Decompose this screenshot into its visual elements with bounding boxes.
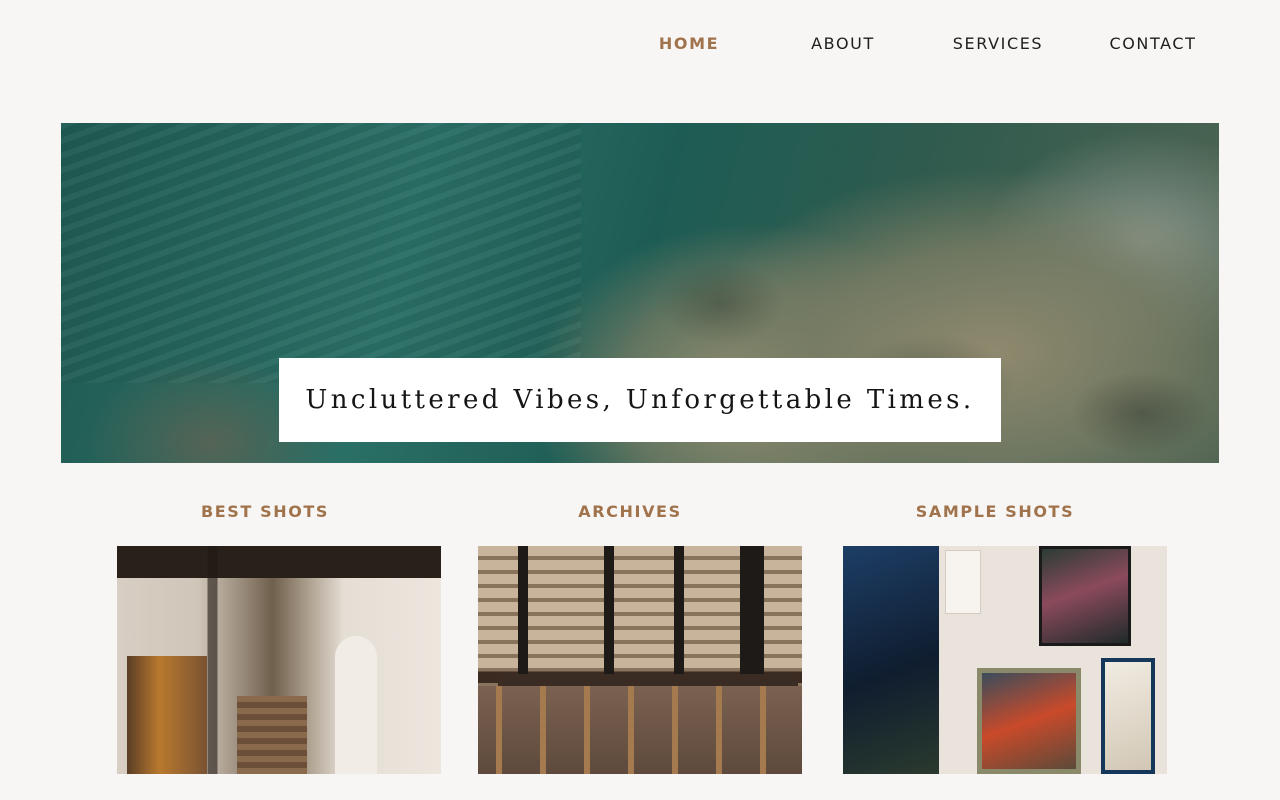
painting-right	[1101, 658, 1155, 774]
painting-top	[1039, 546, 1131, 646]
corridor-door	[127, 656, 207, 774]
corridor-stairs	[237, 696, 307, 774]
hero-banner: Uncluttered Vibes, Unforgettable Times.	[61, 123, 1219, 463]
nav-contact-link[interactable]: CONTACT	[1078, 34, 1228, 53]
gallery-label-card	[945, 550, 981, 614]
hero-tagline: Uncluttered Vibes, Unforgettable Times.	[305, 385, 975, 415]
painting-middle	[977, 668, 1081, 774]
nav-services-link[interactable]: SERVICES	[923, 34, 1073, 53]
archives-image[interactable]	[478, 546, 802, 774]
section-title-best-shots[interactable]: BEST SHOTS	[103, 502, 427, 521]
painting-left	[843, 546, 939, 774]
corridor-arch	[335, 636, 377, 774]
cafe-chairs	[478, 686, 802, 774]
section-title-archives[interactable]: ARCHIVES	[468, 502, 792, 521]
best-shots-image[interactable]	[117, 546, 441, 774]
nav-about-link[interactable]: ABOUT	[768, 34, 918, 53]
section-title-sample-shots[interactable]: SAMPLE SHOTS	[833, 502, 1157, 521]
hero-tagline-box: Uncluttered Vibes, Unforgettable Times.	[279, 358, 1001, 442]
nav-home-link[interactable]: HOME	[614, 34, 764, 53]
sample-shots-image[interactable]	[843, 546, 1167, 774]
main-nav: HOME ABOUT SERVICES CONTACT	[0, 0, 1280, 90]
